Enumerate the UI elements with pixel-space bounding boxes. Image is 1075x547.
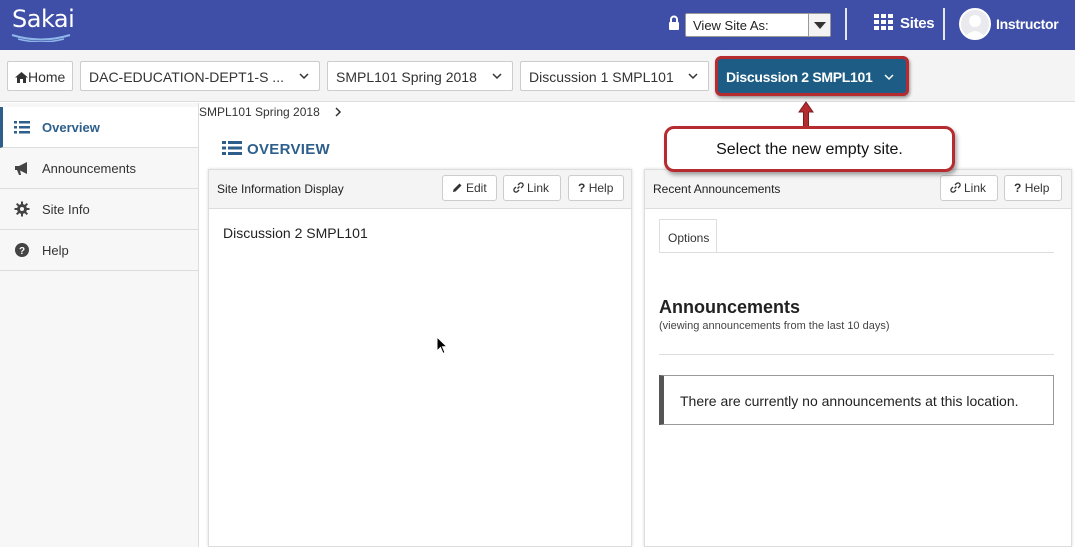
instruction-callout: Select the new empty site. [664, 126, 955, 172]
logo-swoosh-icon [11, 34, 71, 42]
gear-icon [14, 201, 30, 217]
site-tab-label: DAC-EDUCATION-DEPT1-S ... [89, 69, 284, 85]
arrow-up-icon [798, 101, 814, 128]
question-circle-icon: ? [15, 243, 29, 257]
tool-item-announcements[interactable]: Announcements [0, 148, 198, 189]
user-silhouette-icon [964, 15, 986, 38]
view-site-as-select[interactable]: View Site As: [685, 13, 831, 37]
edit-button[interactable]: Edit [442, 175, 497, 201]
sites-button[interactable]: Sites [874, 14, 935, 32]
chevron-right-icon [335, 107, 342, 117]
pencil-icon [453, 183, 462, 192]
chevron-down-icon[interactable] [884, 73, 894, 81]
chevron-down-icon[interactable] [688, 72, 698, 80]
list-icon [222, 141, 242, 155]
avatar[interactable] [959, 8, 991, 40]
chevron-down-icon[interactable] [299, 72, 309, 80]
question-icon: ? [1014, 181, 1022, 195]
tool-item-overview[interactable]: Overview [0, 107, 198, 148]
empty-announcements-message: There are currently no announcements at … [659, 375, 1054, 425]
announcements-subheading: (viewing announcements from the last 10 … [659, 320, 890, 332]
site-info-panel: Site Information Display Edit Link ? Hel… [208, 169, 632, 547]
help-button[interactable]: ? Help [1004, 175, 1062, 201]
grid-icon [874, 14, 893, 30]
help-label: Help [588, 181, 614, 195]
site-tab-dac-education[interactable]: DAC-EDUCATION-DEPT1-S ... [80, 61, 320, 91]
megaphone-icon [15, 162, 27, 175]
site-tab-smpl101-spring[interactable]: SMPL101 Spring 2018 [327, 61, 513, 91]
page-title: OVERVIEW [222, 140, 330, 158]
tool-item-label: Help [42, 243, 69, 258]
chevron-down-icon[interactable] [492, 72, 502, 80]
link-button[interactable]: Link [940, 175, 998, 201]
help-button[interactable]: ? Help [568, 175, 624, 201]
site-nav-bar: Home DAC-EDUCATION-DEPT1-S ... SMPL101 S… [0, 50, 1075, 102]
list-icon [14, 121, 30, 134]
panel-header: Site Information Display Edit Link ? Hel… [209, 170, 631, 209]
site-description: Discussion 2 SMPL101 [223, 225, 368, 241]
link-icon [950, 182, 961, 193]
home-label: Home [28, 69, 66, 85]
panel-title: Recent Announcements [653, 182, 781, 196]
header-divider [845, 8, 847, 40]
sites-label: Sites [900, 15, 935, 32]
site-tab-discussion-1[interactable]: Discussion 1 SMPL101 [520, 61, 709, 91]
tool-menu: Overview Announcements Site Info ? Help [0, 103, 199, 547]
recent-announcements-panel: Recent Announcements Link ? Help Options… [644, 169, 1072, 547]
options-tab[interactable]: Options [659, 219, 717, 253]
site-tab-label: Discussion 1 SMPL101 [529, 69, 674, 85]
tool-item-label: Announcements [42, 161, 136, 176]
link-button[interactable]: Link [503, 175, 561, 201]
caret-down-icon[interactable] [808, 14, 830, 36]
divider [659, 354, 1054, 355]
panel-header: Recent Announcements Link ? Help [645, 170, 1071, 209]
sakai-logo[interactable]: Sakai [12, 5, 75, 33]
mouse-cursor-icon [436, 336, 448, 355]
header-divider [943, 8, 945, 40]
divider [659, 252, 1054, 253]
view-site-as-label: View Site As: [693, 18, 769, 33]
page-title-text: OVERVIEW [247, 141, 330, 158]
announcements-heading: Announcements [659, 297, 801, 317]
tool-item-site-info[interactable]: Site Info [0, 189, 198, 230]
site-tab-label: Discussion 2 SMPL101 [726, 69, 873, 85]
link-label: Link [527, 181, 550, 195]
user-name[interactable]: Instructor [996, 16, 1059, 32]
link-icon [513, 182, 524, 193]
panel-title: Site Information Display [217, 182, 344, 196]
top-header: Sakai View Site As: Sites Instructor [0, 0, 1075, 50]
question-icon: ? [578, 181, 586, 195]
breadcrumb[interactable]: SMPL101 Spring 2018 [199, 105, 320, 119]
edit-label: Edit [466, 181, 487, 195]
home-button[interactable]: Home [7, 61, 73, 91]
tool-item-label: Site Info [42, 202, 90, 217]
site-tab-label: SMPL101 Spring 2018 [336, 69, 477, 85]
lock-icon [669, 15, 679, 30]
tool-item-help[interactable]: ? Help [0, 230, 198, 271]
tool-item-label: Overview [42, 120, 100, 135]
svg-text:?: ? [19, 246, 25, 257]
site-tab-discussion-2-current[interactable]: Discussion 2 SMPL101 [715, 56, 909, 96]
link-label: Link [964, 181, 987, 195]
help-label: Help [1024, 181, 1050, 195]
home-icon [15, 72, 28, 83]
